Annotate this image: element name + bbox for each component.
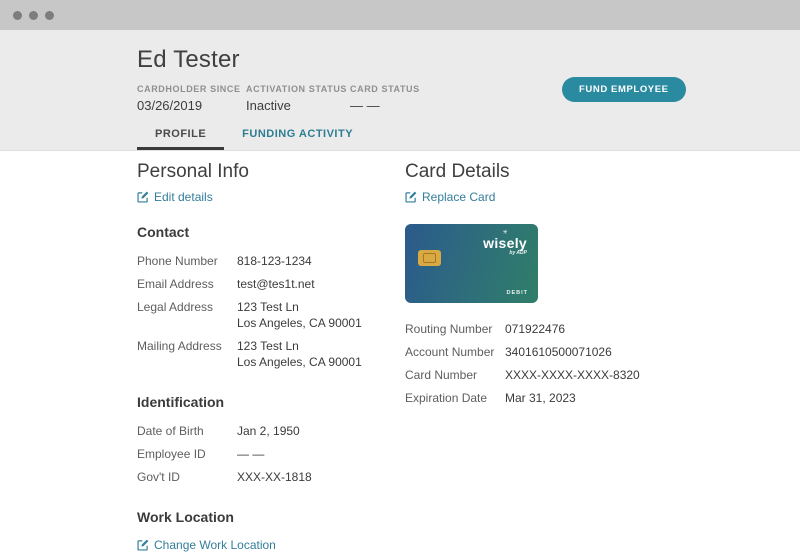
field-row-govt-id: Gov't ID XXX-XX-1818 [137, 469, 405, 485]
card-details-title: Card Details [405, 161, 510, 182]
meta-card-status: CARD STATUS — — [350, 84, 420, 113]
change-work-location-label: Change Work Location [154, 538, 276, 552]
employee-meta: CARDHOLDER SINCE 03/26/2019 ACTIVATION S… [137, 84, 800, 113]
field-value-line: test@tes1t.net [237, 277, 315, 291]
card-details-section: Card Details Replace Card ✳ wisely by AD… [405, 161, 800, 556]
field-row-card-number: Card Number XXXX-XXXX-XXXX-8320 [405, 367, 800, 383]
field-value: XXX-XX-1818 [237, 469, 312, 485]
meta-value: Inactive [246, 98, 291, 113]
meta-label: ACTIVATION STATUS [246, 84, 348, 94]
field-row-employee-id: Employee ID — — [137, 446, 405, 462]
field-value: 123 Test Ln Los Angeles, CA 90001 [237, 338, 362, 370]
debit-label: DEBIT [506, 290, 528, 296]
edit-details-label: Edit details [154, 190, 213, 204]
field-row-mailing-address: Mailing Address 123 Test Ln Los Angeles,… [137, 338, 405, 370]
identification-section-title: Identification [137, 394, 225, 410]
tab-funding-activity[interactable]: FUNDING ACTIVITY [224, 122, 371, 150]
adp-byline: by ADP [509, 250, 527, 256]
meta-cardholder-since: CARDHOLDER SINCE 03/26/2019 [137, 84, 246, 113]
field-value-line: — — [237, 447, 265, 461]
field-row-phone: Phone Number 818-123-1234 [137, 253, 405, 269]
edit-icon [405, 191, 417, 203]
tab-bar: PROFILE FUNDING ACTIVITY [137, 122, 800, 150]
meta-label: CARD STATUS [350, 84, 420, 94]
field-label: Legal Address [137, 300, 214, 314]
field-value-line: XXX-XX-1818 [237, 470, 312, 484]
contact-section-title: Contact [137, 224, 190, 240]
field-value-line: Jan 2, 1950 [237, 424, 300, 438]
field-row-legal-address: Legal Address 123 Test Ln Los Angeles, C… [137, 299, 405, 331]
edit-icon [137, 191, 149, 203]
field-label: Card Number [405, 368, 478, 382]
field-label: Expiration Date [405, 391, 488, 405]
field-value: 3401610500071026 [505, 344, 612, 360]
profile-content: Personal Info Edit details Contact Phone… [0, 151, 800, 556]
meta-value: — — [350, 98, 380, 113]
field-value-line: 123 Test Ln [237, 300, 299, 314]
meta-label: CARDHOLDER SINCE [137, 84, 241, 94]
field-value: 123 Test Ln Los Angeles, CA 90001 [237, 299, 362, 331]
personal-info-section: Personal Info Edit details Contact Phone… [137, 161, 405, 556]
fund-employee-button[interactable]: FUND EMPLOYEE [562, 77, 686, 102]
field-value: 071922476 [505, 321, 565, 337]
field-row-expiration-date: Expiration Date Mar 31, 2023 [405, 390, 800, 406]
field-value-line: Mar 31, 2023 [505, 391, 576, 405]
field-value: — — [237, 446, 264, 462]
field-value: test@tes1t.net [237, 276, 315, 292]
wisely-logo: ✳ wisely by ADP [483, 230, 527, 257]
field-label: Mailing Address [137, 339, 222, 353]
emv-chip-icon [418, 250, 441, 266]
field-value-line: XXXX-XXXX-XXXX-8320 [505, 368, 640, 382]
work-location-section-title: Work Location [137, 509, 234, 525]
field-value: XXXX-XXXX-XXXX-8320 [505, 367, 640, 383]
meta-value: 03/26/2019 [137, 98, 203, 113]
field-label: Employee ID [137, 447, 206, 461]
replace-card-label: Replace Card [422, 190, 496, 204]
wisely-wordmark: wisely [483, 235, 527, 251]
field-label: Phone Number [137, 254, 218, 268]
meta-activation-status: ACTIVATION STATUS Inactive [246, 84, 350, 113]
tab-profile[interactable]: PROFILE [137, 122, 225, 150]
employee-header: Ed Tester FUND EMPLOYEE CARDHOLDER SINCE… [0, 30, 800, 151]
replace-card-link[interactable]: Replace Card [405, 190, 495, 204]
field-row-account-number: Account Number 3401610500071026 [405, 344, 800, 360]
field-row-email: Email Address test@tes1t.net [137, 276, 405, 292]
field-row-routing-number: Routing Number 071922476 [405, 321, 800, 337]
field-value: Mar 31, 2023 [505, 390, 576, 406]
personal-info-title: Personal Info [137, 161, 249, 182]
field-row-date-of-birth: Date of Birth Jan 2, 1950 [137, 423, 405, 439]
sparkle-icon: ✳ [502, 230, 508, 236]
field-label: Gov't ID [137, 470, 180, 484]
field-value-line: 3401610500071026 [505, 345, 612, 359]
edit-icon [137, 539, 149, 551]
field-label: Email Address [137, 277, 214, 291]
window-control-dot [45, 10, 54, 20]
field-value: 818-123-1234 [237, 253, 312, 269]
window-titlebar [0, 0, 800, 30]
employee-name: Ed Tester [137, 46, 240, 73]
window-control-dot [29, 10, 38, 20]
field-value-line: 123 Test Ln [237, 339, 299, 353]
field-label: Account Number [405, 345, 495, 359]
field-value-line: 071922476 [505, 322, 566, 336]
edit-details-link[interactable]: Edit details [137, 190, 213, 204]
field-value-line: 818-123-1234 [237, 254, 312, 268]
field-label: Routing Number [405, 322, 493, 336]
field-value-line: Los Angeles, CA 90001 [237, 355, 362, 369]
field-value-line: Los Angeles, CA 90001 [237, 316, 362, 330]
field-value: Jan 2, 1950 [237, 423, 300, 439]
debit-card-image: ✳ wisely by ADP DEBIT [405, 224, 538, 303]
field-label: Date of Birth [137, 424, 204, 438]
window-control-dot [13, 10, 22, 20]
change-work-location-link[interactable]: Change Work Location [137, 538, 276, 552]
